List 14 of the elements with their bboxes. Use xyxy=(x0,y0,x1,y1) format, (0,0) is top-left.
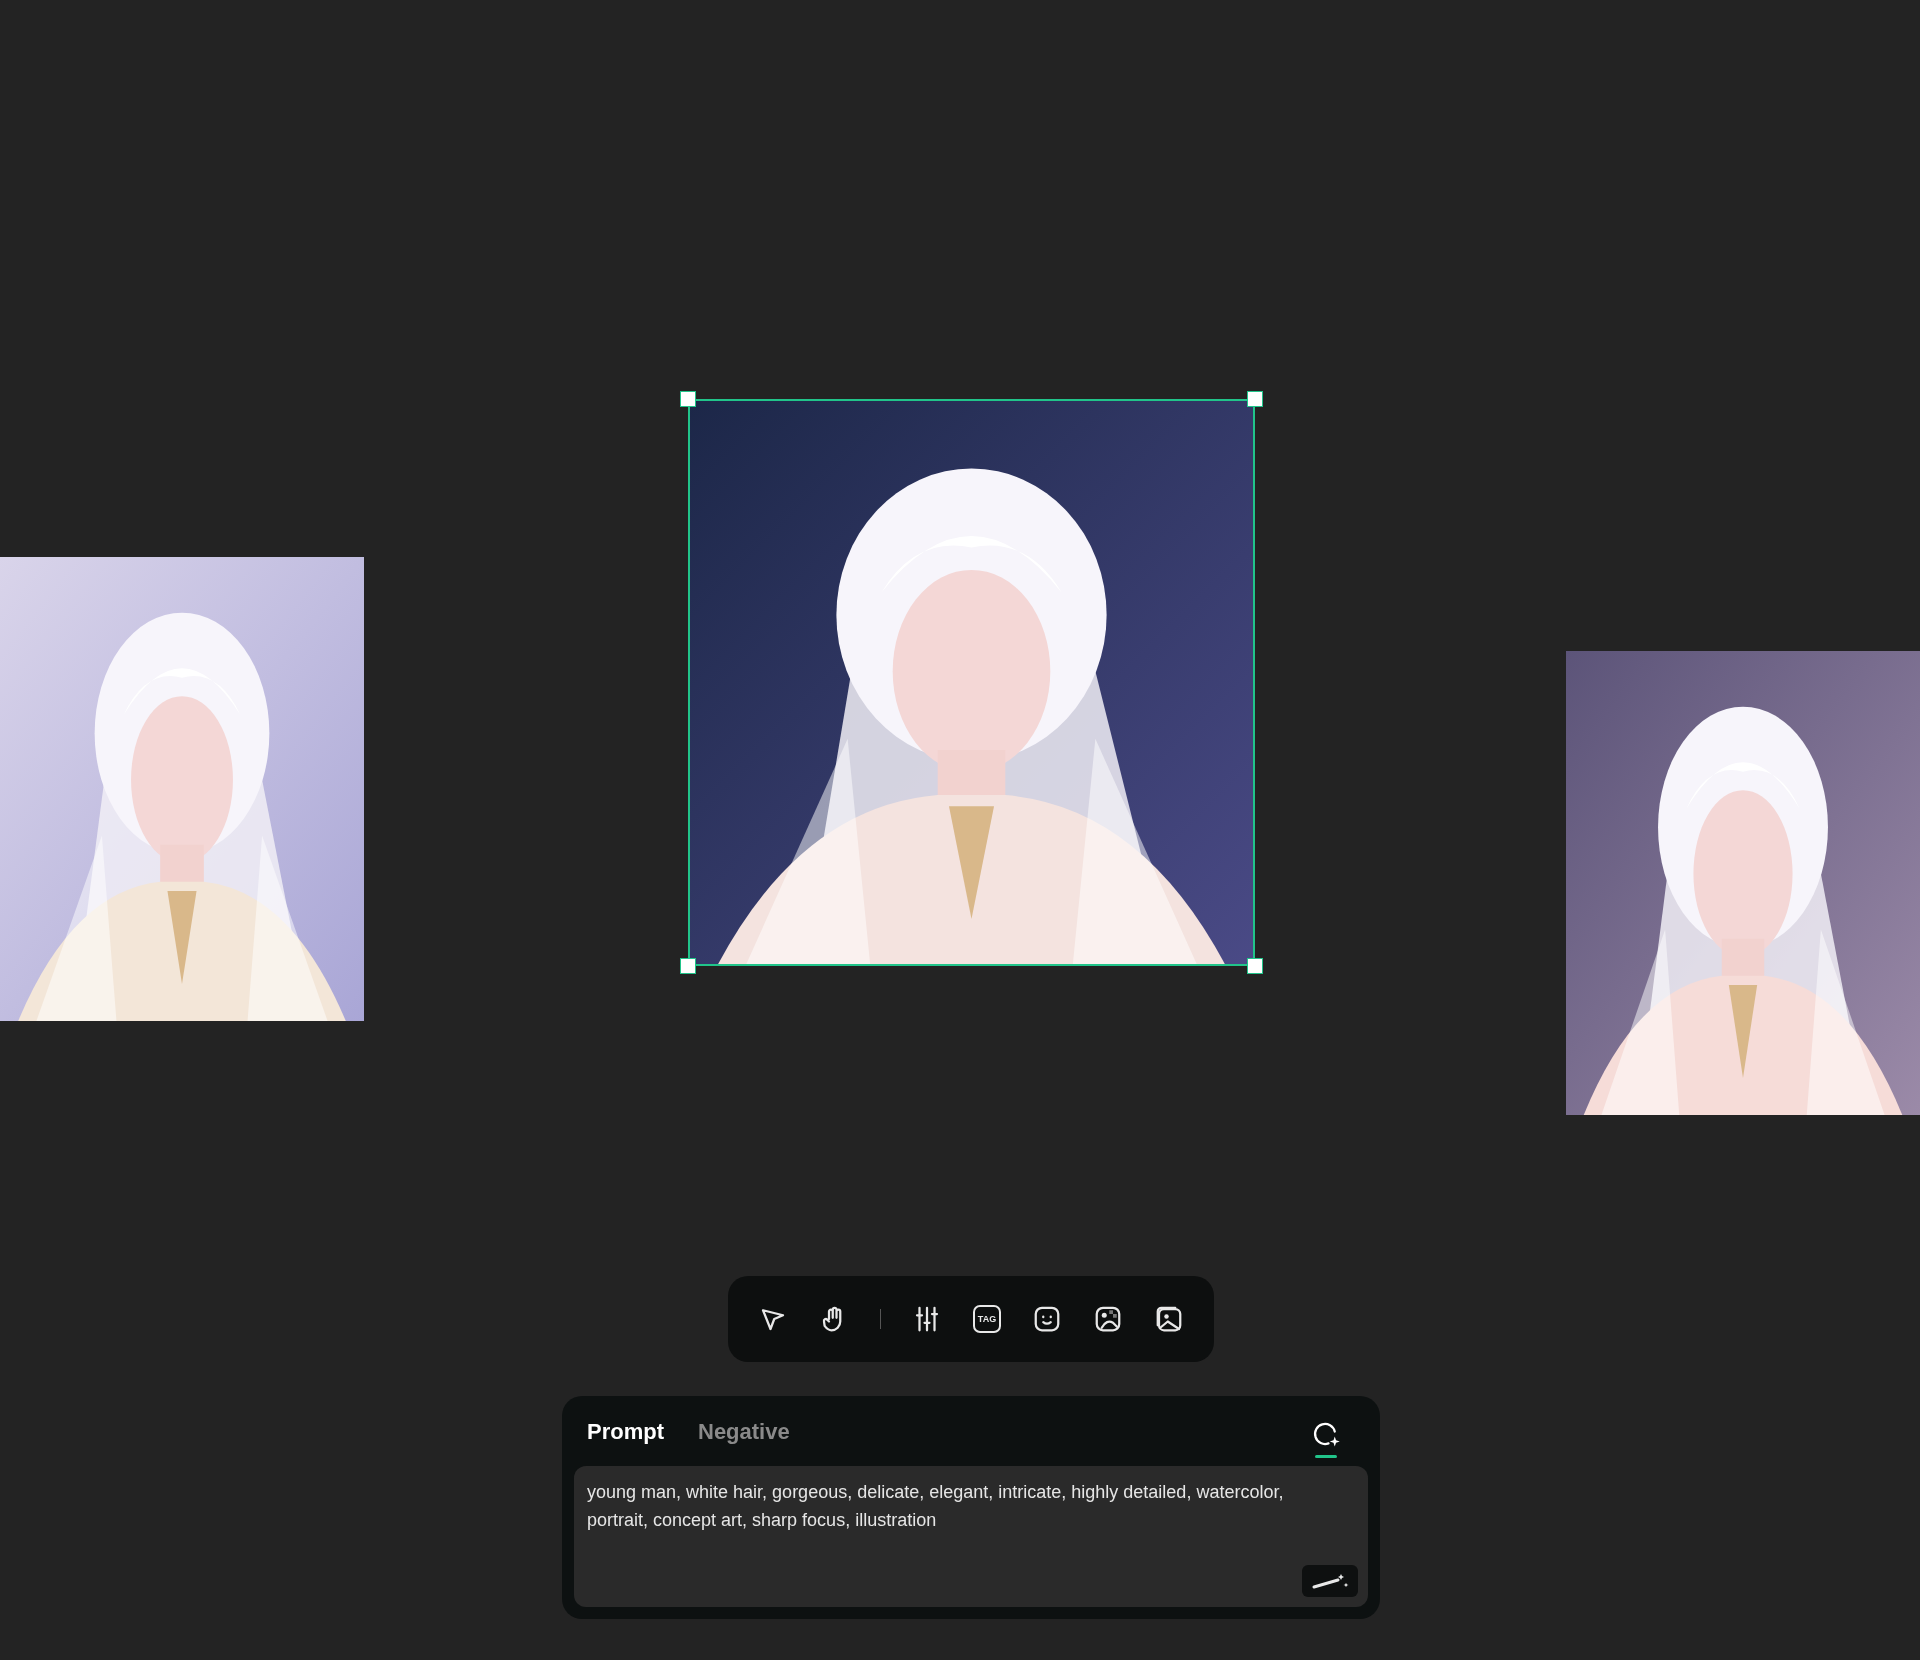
smiley-icon[interactable] xyxy=(1032,1304,1062,1334)
magic-wand-button[interactable] xyxy=(1302,1565,1358,1597)
resize-handle[interactable] xyxy=(680,391,696,407)
prompt-text: young man, white hair, gorgeous, delicate, elegant, intricate, highly detailed, watercolor, portrait, concept art, sharp focus, illustration xyxy=(587,1481,1285,1532)
tab[interactable]: Negative xyxy=(698,1414,790,1448)
resize-handle[interactable] xyxy=(680,958,696,974)
prompt-field[interactable]: young man, white hair, gorgeous, delicate, elegant, intricate, highly detailed, watercolor, portrait, concept art, sharp focus, illustration xyxy=(574,1466,1368,1607)
tag-icon[interactable]: TAG xyxy=(973,1305,1001,1333)
tab[interactable]: Prompt xyxy=(587,1414,664,1448)
resize-handle[interactable] xyxy=(1247,391,1263,407)
toolbar-divider xyxy=(880,1309,881,1329)
image-icon[interactable] xyxy=(1154,1304,1184,1334)
resize-handle[interactable] xyxy=(1247,958,1263,974)
image-edit-icon[interactable] xyxy=(1093,1304,1123,1334)
